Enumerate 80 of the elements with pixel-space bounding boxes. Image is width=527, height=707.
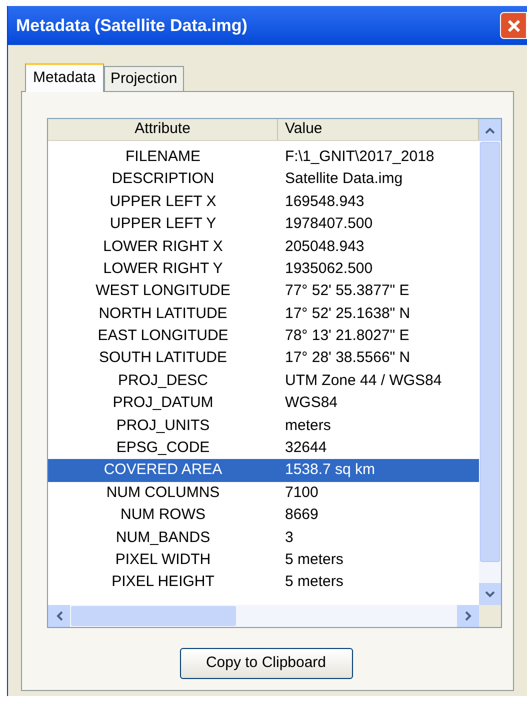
- list-row[interactable]: LOWER RIGHT X 205048.943: [48, 236, 479, 258]
- column-header[interactable]: Attribute: [48, 119, 278, 140]
- scroll-thumb[interactable]: [71, 606, 236, 626]
- list-row[interactable]: FILENAME F:\1_GNIT\2017_2018: [48, 146, 479, 168]
- list-row[interactable]: EAST LONGITUDE 78° 13' 21.8027" E: [48, 325, 479, 348]
- attribute-text: NUM ROWS: [120, 505, 206, 526]
- attribute-text: EPSG_CODE: [115, 438, 211, 458]
- chevron-down-icon: [485, 590, 495, 598]
- attribute-text: SOUTH LATITUDE: [98, 348, 228, 368]
- value-text: F:\1_GNIT\2017_2018: [284, 146, 434, 167]
- attribute-text: NUM COLUMNS: [105, 482, 221, 503]
- attribute-text: PROJ_DESC: [116, 370, 210, 391]
- attribute-text: PIXEL WIDTH: [114, 550, 212, 570]
- attribute-text: UPPER LEFT Y: [108, 214, 218, 234]
- value-text: 1538.7 sq km: [284, 460, 376, 480]
- attribute-text: PROJ_UNITS: [115, 416, 211, 436]
- value-text: WGS84: [284, 393, 338, 414]
- attribute-text: DESCRIPTION: [110, 169, 216, 190]
- attribute-text: LOWER RIGHT Y: [102, 258, 224, 279]
- value-text: 77° 52' 55.3877" E: [284, 281, 410, 302]
- window-title: Metadata (Satellite Data.img): [16, 14, 248, 37]
- list-row[interactable]: PIXEL WIDTH 5 meters: [48, 549, 479, 572]
- scroll-down-button[interactable]: [479, 583, 501, 605]
- list-row[interactable]: COVERED AREA 1538.7 sq km: [48, 459, 479, 482]
- list-row[interactable]: EPSG_CODE 32644: [48, 437, 479, 460]
- close-button[interactable]: [500, 12, 527, 39]
- tab[interactable]: Projection: [104, 66, 184, 91]
- attribute-text: NORTH LATITUDE: [98, 304, 228, 324]
- value-text: 17° 52' 25.1638" N: [284, 304, 410, 324]
- value-text: 169548.943: [284, 192, 364, 212]
- close-icon: [506, 18, 522, 34]
- horizontal-scrollbar[interactable]: [48, 605, 501, 627]
- attribute-text: PIXEL HEIGHT: [110, 572, 216, 592]
- attribute-text: NUM_BANDS: [114, 528, 212, 548]
- value-text: Satellite Data.img: [284, 169, 403, 190]
- list-row[interactable]: PROJ_UNITS meters: [48, 414, 479, 438]
- list-row[interactable]: PIXEL HEIGHT 5 meters: [48, 571, 479, 594]
- list-row[interactable]: DESCRIPTION Satellite Data.img: [48, 168, 479, 191]
- chevron-up-icon: [485, 126, 495, 134]
- list-row[interactable]: LOWER RIGHT Y 1935062.500: [48, 258, 479, 280]
- list-row[interactable]: NORTH LATITUDE 17° 52' 25.1638" N: [48, 302, 479, 326]
- value-text: 205048.943: [284, 236, 364, 257]
- value-text: 17° 28' 38.5566" N: [284, 348, 410, 368]
- value-text: UTM Zone 44 / WGS84: [284, 370, 442, 391]
- list-row[interactable]: SOUTH LATITUDE 17° 28' 38.5566" N: [48, 348, 479, 370]
- value-text: 5 meters: [284, 550, 344, 570]
- list-row[interactable]: PROJ_DESC UTM Zone 44 / WGS84: [48, 370, 479, 392]
- attribute-text: LOWER RIGHT X: [102, 236, 224, 257]
- list-row[interactable]: UPPER LEFT X 169548.943: [48, 190, 479, 214]
- scroll-left-button[interactable]: [48, 605, 70, 627]
- list-row[interactable]: NUM_BANDS 3: [48, 526, 479, 550]
- attribute-text: COVERED AREA: [102, 460, 224, 480]
- value-text: 32644: [284, 438, 327, 458]
- attribute-text: WEST LONGITUDE: [94, 281, 232, 302]
- value-text: 3: [284, 528, 294, 548]
- scrollbar-corner: [479, 605, 501, 627]
- list-row[interactable]: PROJ_DATUM WGS84: [48, 392, 479, 415]
- value-text: 5 meters: [284, 572, 344, 592]
- attribute-text: EAST LONGITUDE: [96, 326, 230, 346]
- scroll-right-button[interactable]: [457, 605, 479, 627]
- list-row[interactable]: NUM ROWS 8669: [48, 504, 479, 527]
- list-row[interactable]: NUM COLUMNS 7100: [48, 482, 479, 504]
- chevron-left-icon: [56, 611, 62, 621]
- scroll-up-button[interactable]: [479, 119, 501, 141]
- attribute-text: UPPER LEFT X: [108, 192, 218, 212]
- scroll-thumb[interactable]: [480, 142, 500, 562]
- copy-button[interactable]: Copy to Clipboard: [180, 648, 352, 679]
- value-text: 1935062.500: [284, 258, 373, 279]
- list-row[interactable]: WEST LONGITUDE 77° 52' 55.3877" E: [48, 280, 479, 303]
- value-text: 78° 13' 21.8027" E: [284, 326, 410, 346]
- attribute-text: PROJ_DATUM: [112, 393, 214, 414]
- tab[interactable]: Metadata: [25, 63, 104, 92]
- value-text: 1978407.500: [284, 214, 373, 234]
- vertical-scrollbar[interactable]: [479, 119, 501, 605]
- attribute-text: FILENAME: [124, 146, 202, 167]
- value-text: 8669: [284, 505, 318, 526]
- value-text: meters: [284, 416, 331, 436]
- chevron-right-icon: [464, 611, 472, 621]
- list-row[interactable]: UPPER LEFT Y 1978407.500: [48, 213, 479, 236]
- value-text: 7100: [284, 482, 318, 503]
